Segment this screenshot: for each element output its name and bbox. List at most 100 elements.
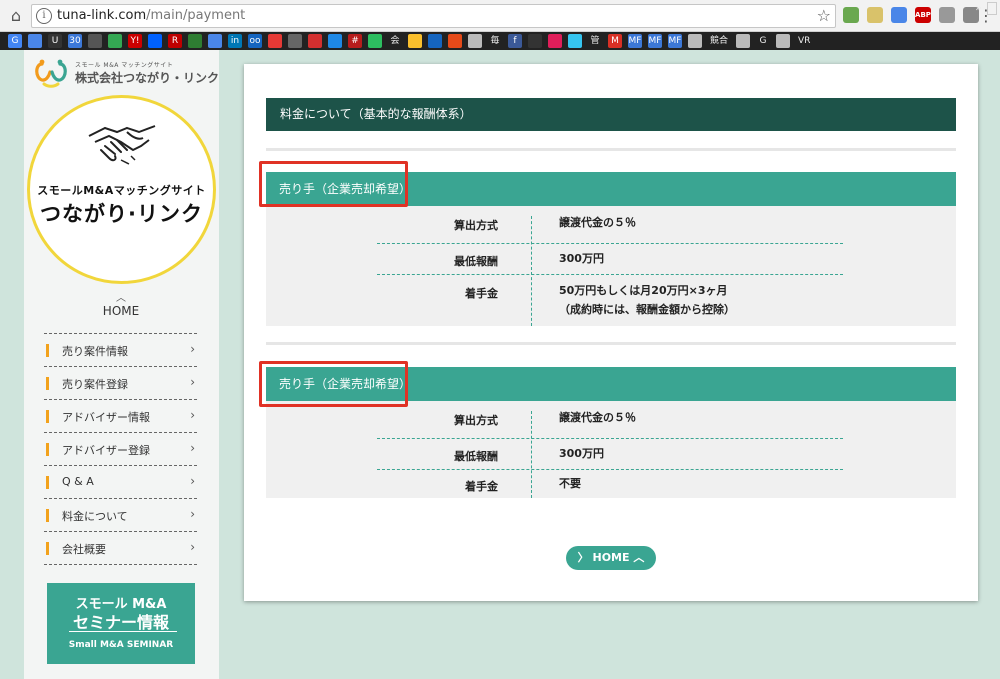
bookmark-icon[interactable]: [528, 34, 542, 48]
url-text[interactable]: tuna-link.com/main/payment: [57, 8, 245, 23]
ext-icon[interactable]: [843, 7, 859, 23]
sidebar-item-qa[interactable]: Q & A ›: [44, 466, 197, 499]
banner-title: つながり·リンク: [40, 202, 203, 226]
url-path: /main/payment: [146, 8, 246, 23]
site-banner[interactable]: スモールM&Aマッチングサイト つながり·リンク: [27, 95, 216, 284]
rakuten-icon[interactable]: R: [168, 34, 182, 48]
yahoo-icon[interactable]: Y!: [128, 34, 142, 48]
row-value: 50万円もしくは月20万円×3ヶ月: [559, 284, 728, 297]
row-key: 最低報酬: [454, 255, 498, 268]
bookmark-icon[interactable]: [328, 34, 342, 48]
mf-icon[interactable]: MF: [648, 34, 662, 48]
ext-icon[interactable]: [939, 7, 955, 23]
sidebar-item-pricing[interactable]: 料金について ›: [44, 499, 197, 532]
seminar-banner[interactable]: スモール M&A セミナー情報 Small M&A SEMINAR: [47, 583, 195, 664]
evernote-icon[interactable]: [368, 34, 382, 48]
bookmark-label[interactable]: 競合: [708, 34, 730, 48]
bookmark-label[interactable]: 毎: [488, 34, 502, 48]
linkedin-icon[interactable]: in: [228, 34, 242, 48]
bookmark-icon[interactable]: [408, 34, 422, 48]
divider: [266, 342, 956, 345]
item-marker: [46, 509, 49, 522]
row-value: 譲渡代金の５％: [559, 216, 636, 229]
site-logo[interactable]: スモール M&A マッチングサイト 株式会社つながり・リンク: [33, 58, 219, 88]
sidebar-item-label: 会社概要: [62, 543, 106, 556]
mf-icon[interactable]: MF: [668, 34, 682, 48]
slack-icon[interactable]: [568, 34, 582, 48]
caret-up-icon: ︿: [116, 293, 126, 304]
bookmark-label[interactable]: VR: [796, 34, 812, 48]
url-field[interactable]: i tuna-link.com/main/payment ☆: [31, 4, 836, 28]
chevron-right-icon: ›: [190, 474, 195, 488]
row-value: 300万円: [559, 447, 604, 460]
highlight-box: [259, 361, 408, 407]
bookmark-icon[interactable]: [308, 34, 322, 48]
page-title: 料金について（基本的な報酬体系）: [266, 98, 956, 131]
row-divider: [377, 274, 843, 275]
chevron-right-icon: ›: [190, 540, 195, 554]
chevron-right-icon: ›: [190, 408, 195, 422]
ext-icon[interactable]: [867, 7, 883, 23]
abp-icon[interactable]: ABP: [915, 7, 931, 23]
sidebar-item-label: 売り案件登録: [62, 378, 128, 391]
sidebar-item-company[interactable]: 会社概要 ›: [44, 532, 197, 565]
bookmark-icon[interactable]: [268, 34, 282, 48]
bookmark-icon[interactable]: [428, 34, 442, 48]
sidebar-item-label: Q & A: [62, 475, 94, 488]
slack-icon[interactable]: [548, 34, 562, 48]
sidebar-item-advisor-info[interactable]: アドバイザー情報 ›: [44, 400, 197, 433]
bookmarks-bar: G U 30 Y! Rin oo # 会 毎 f 管 M MF MF MF 競合 G VR: [0, 32, 1000, 50]
sidebar-item-advisor-register[interactable]: アドバイザー登録 ›: [44, 433, 197, 466]
row-divider: [377, 438, 843, 439]
google-icon[interactable]: G: [8, 34, 22, 48]
column-divider: [531, 411, 532, 498]
row-divider: [377, 243, 843, 244]
folder-icon[interactable]: [736, 34, 751, 48]
home-link[interactable]: ︿ HOME: [90, 293, 152, 319]
bookmark-icon[interactable]: U: [48, 34, 62, 48]
sidebar-item-sell-listings[interactable]: 売り案件情報 ›: [44, 334, 197, 367]
row-key: 着手金: [465, 287, 498, 300]
bookmark-icon[interactable]: [448, 34, 462, 48]
seminar-english: Small M&A SEMINAR: [68, 640, 174, 650]
highlight-box: [259, 161, 408, 207]
folder-icon[interactable]: [776, 34, 791, 48]
sidebar-item-sell-register[interactable]: 売り案件登録 ›: [44, 367, 197, 400]
folder-icon[interactable]: [688, 34, 702, 48]
sidebar-item-label: 料金について: [62, 510, 128, 523]
url-domain: tuna-link.com: [57, 8, 147, 23]
bookmark-label[interactable]: G: [756, 34, 770, 48]
home-icon[interactable]: ⌂: [6, 6, 26, 26]
gmail-icon[interactable]: M: [608, 34, 622, 48]
seminar-title: セミナー情報: [72, 613, 169, 632]
bookmark-label[interactable]: 管: [588, 34, 602, 48]
company-name: 株式会社つながり・リンク: [75, 71, 220, 85]
banner-subtitle: スモールM&Aマッチングサイト: [37, 184, 206, 197]
bookmark-icon[interactable]: oo: [248, 34, 262, 48]
folder-icon[interactable]: [468, 34, 482, 48]
facebook-icon[interactable]: f: [508, 34, 522, 48]
mf-icon[interactable]: MF: [628, 34, 642, 48]
translate-icon[interactable]: [28, 34, 42, 48]
home-button[interactable]: 〉 HOME ︿: [566, 546, 656, 570]
other-bookmarks-icon[interactable]: [987, 2, 997, 15]
apple-icon[interactable]: [288, 34, 302, 48]
bookmark-star-icon[interactable]: ☆: [817, 6, 831, 25]
bookmark-icon[interactable]: [188, 34, 202, 48]
bookmark-icon[interactable]: [208, 34, 222, 48]
dropbox-icon[interactable]: [148, 34, 162, 48]
row-key: 最低報酬: [454, 450, 498, 463]
bookmarks-more-button[interactable]: »: [975, 1, 982, 14]
row-value: 譲渡代金の５％: [559, 411, 636, 424]
translate-icon[interactable]: [891, 7, 907, 23]
bookmark-icon[interactable]: [88, 34, 102, 48]
maps-icon[interactable]: [108, 34, 122, 48]
calendar-icon[interactable]: 30: [68, 34, 82, 48]
bookmark-label[interactable]: 会: [388, 34, 402, 48]
hash-icon[interactable]: #: [348, 34, 362, 48]
browser-address-bar: ⌂ i tuna-link.com/main/payment ☆ ABP ⋮: [0, 0, 1000, 32]
logo-tagline: スモール M&A マッチングサイト: [75, 62, 174, 69]
item-marker: [46, 542, 49, 555]
info-icon[interactable]: i: [36, 8, 52, 24]
item-marker: [46, 443, 49, 456]
